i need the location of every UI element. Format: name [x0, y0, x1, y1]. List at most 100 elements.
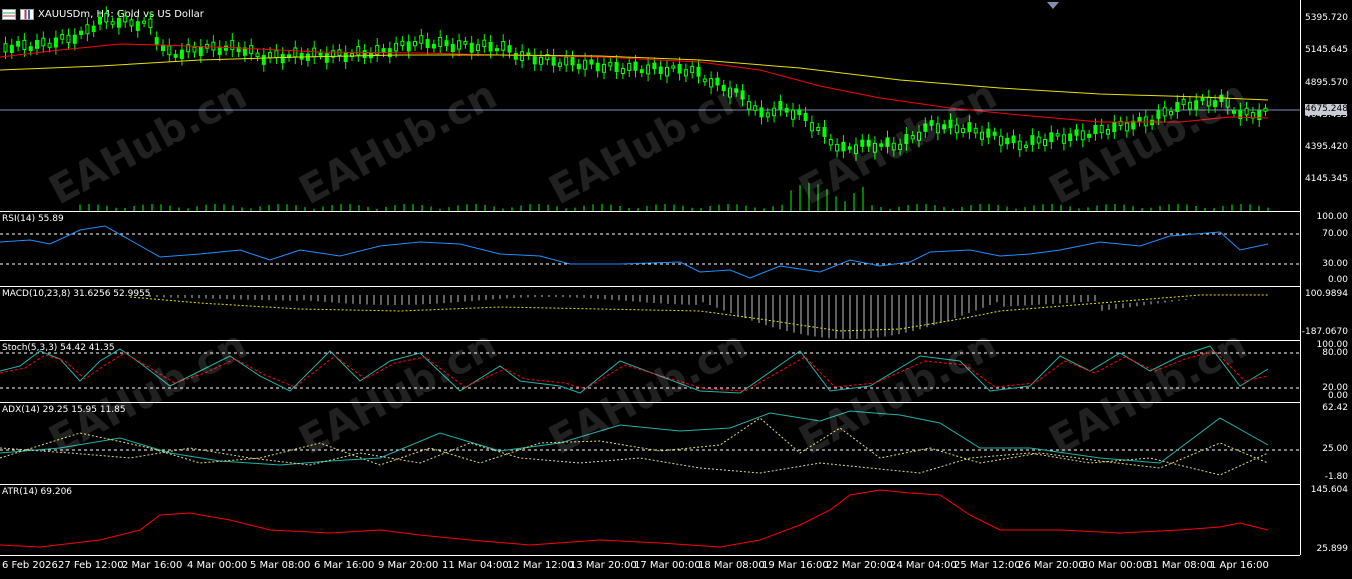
candle-body: [53, 37, 58, 48]
candle-body: [224, 45, 228, 51]
candle-body: [627, 62, 632, 71]
candle-body: [148, 18, 153, 29]
candle-body: [980, 131, 984, 140]
time-label: 13 Mar 20:00: [570, 560, 637, 571]
candle-body: [255, 52, 260, 58]
candle-body: [520, 51, 525, 61]
candle-body: [772, 107, 777, 117]
adx-level-label: 62.42: [1322, 403, 1348, 413]
candle-body: [816, 126, 821, 131]
candle-body: [413, 41, 417, 47]
candle-body: [66, 34, 71, 44]
time-label: 6 Feb 2026: [2, 560, 58, 571]
time-label: 2 Mar 16:00: [122, 560, 183, 571]
candle-body: [35, 39, 39, 49]
candle-body: [280, 53, 285, 64]
candle-body: [652, 62, 657, 70]
candle-body: [343, 52, 348, 63]
candle-body: [765, 112, 770, 118]
candle-body: [312, 47, 317, 58]
candle-body: [633, 61, 638, 71]
candle-body: [1074, 129, 1079, 136]
candle-body: [450, 44, 455, 52]
candle-body: [47, 42, 52, 48]
candle-body: [564, 56, 569, 66]
candle-body: [72, 34, 77, 44]
macd-pane[interactable]: MACD(10,23,8) 31.6256 52.9955: [0, 287, 1300, 341]
time-label: 19 Mar 16:00: [762, 560, 829, 571]
rsi-level-label: 0.00: [1327, 275, 1348, 285]
candle-body: [28, 46, 33, 51]
candle-body: [469, 42, 474, 53]
time-label: 31 Mar 08:00: [1146, 560, 1213, 571]
candle-body: [129, 19, 134, 27]
stoch-level-label: 80.00: [1322, 348, 1348, 358]
candle-body: [1030, 135, 1035, 145]
candle-body: [998, 135, 1003, 146]
time-label: 25 Mar 12:00: [954, 560, 1021, 571]
candle-body: [1005, 137, 1010, 145]
candle-body: [602, 63, 606, 73]
candle-body: [797, 109, 802, 116]
price-level-label: 4895.570: [1305, 78, 1348, 88]
candle-body: [41, 37, 46, 47]
candle-body: [791, 109, 795, 120]
candle-body: [595, 62, 600, 72]
candle-body: [1017, 140, 1022, 151]
candle-body: [274, 50, 279, 59]
candle-body: [457, 40, 462, 50]
candle-body: [318, 52, 323, 56]
price-level-label: 5395.720: [1305, 13, 1348, 23]
candle-body: [690, 66, 695, 73]
candle-body: [570, 56, 575, 66]
atr-pane[interactable]: ATR(14) 69.206: [0, 485, 1300, 556]
candle-body: [753, 105, 758, 111]
candle-body: [79, 30, 84, 36]
candle-body: [192, 46, 197, 53]
candle-body: [167, 45, 172, 56]
time-label: 11 Mar 04:00: [442, 560, 509, 571]
candle-body: [419, 35, 424, 44]
time-label: 30 Mar 00:00: [1082, 560, 1149, 571]
candle-body: [1043, 138, 1047, 147]
candle-body: [1036, 136, 1041, 144]
candle-body: [261, 54, 266, 65]
candle-body: [1087, 133, 1092, 138]
stoch-label: Stoch(5,3,3) 54.42 41.35: [2, 343, 115, 353]
time-label: 9 Mar 20:00: [378, 560, 439, 571]
candle-body: [135, 21, 140, 31]
macd-signal-line: [129, 294, 1268, 332]
candle-body: [614, 62, 619, 72]
candle-body: [242, 47, 247, 56]
candle-body: [1099, 124, 1104, 134]
price-level-label: 5145.645: [1305, 45, 1348, 55]
candle-body: [778, 101, 783, 110]
chart-window[interactable]: XAUUSDm, H4: Gold vs US Dollar RSI(14) 5…: [0, 0, 1352, 579]
candle-body: [381, 48, 386, 53]
candle-body: [356, 46, 361, 56]
candle-body: [249, 45, 254, 55]
candle-body: [557, 62, 562, 67]
candle-body: [85, 24, 90, 35]
candle-body: [494, 48, 499, 52]
candle-body: [142, 20, 147, 24]
candle-body: [431, 43, 436, 49]
candle-body: [677, 63, 682, 74]
candle-body: [539, 56, 543, 65]
candle-body: [375, 44, 380, 55]
time-label: 26 Mar 20:00: [1018, 560, 1085, 571]
candle-body: [828, 139, 833, 146]
candle-body: [406, 41, 411, 52]
candle-body: [463, 40, 468, 45]
candle-body: [822, 126, 827, 137]
candle-body: [1061, 134, 1066, 144]
macd-level-label: -187.0670: [1301, 327, 1348, 337]
candle-body: [620, 68, 625, 74]
candle-body: [702, 78, 707, 83]
price-axis-line: [1300, 0, 1301, 555]
atr-line: [0, 489, 1269, 548]
rsi-pane[interactable]: RSI(14) 55.89: [0, 212, 1300, 287]
time-label: 22 Mar 20:00: [826, 560, 893, 571]
candle-body: [532, 55, 537, 65]
adx-level-label: 25.00: [1322, 444, 1348, 454]
